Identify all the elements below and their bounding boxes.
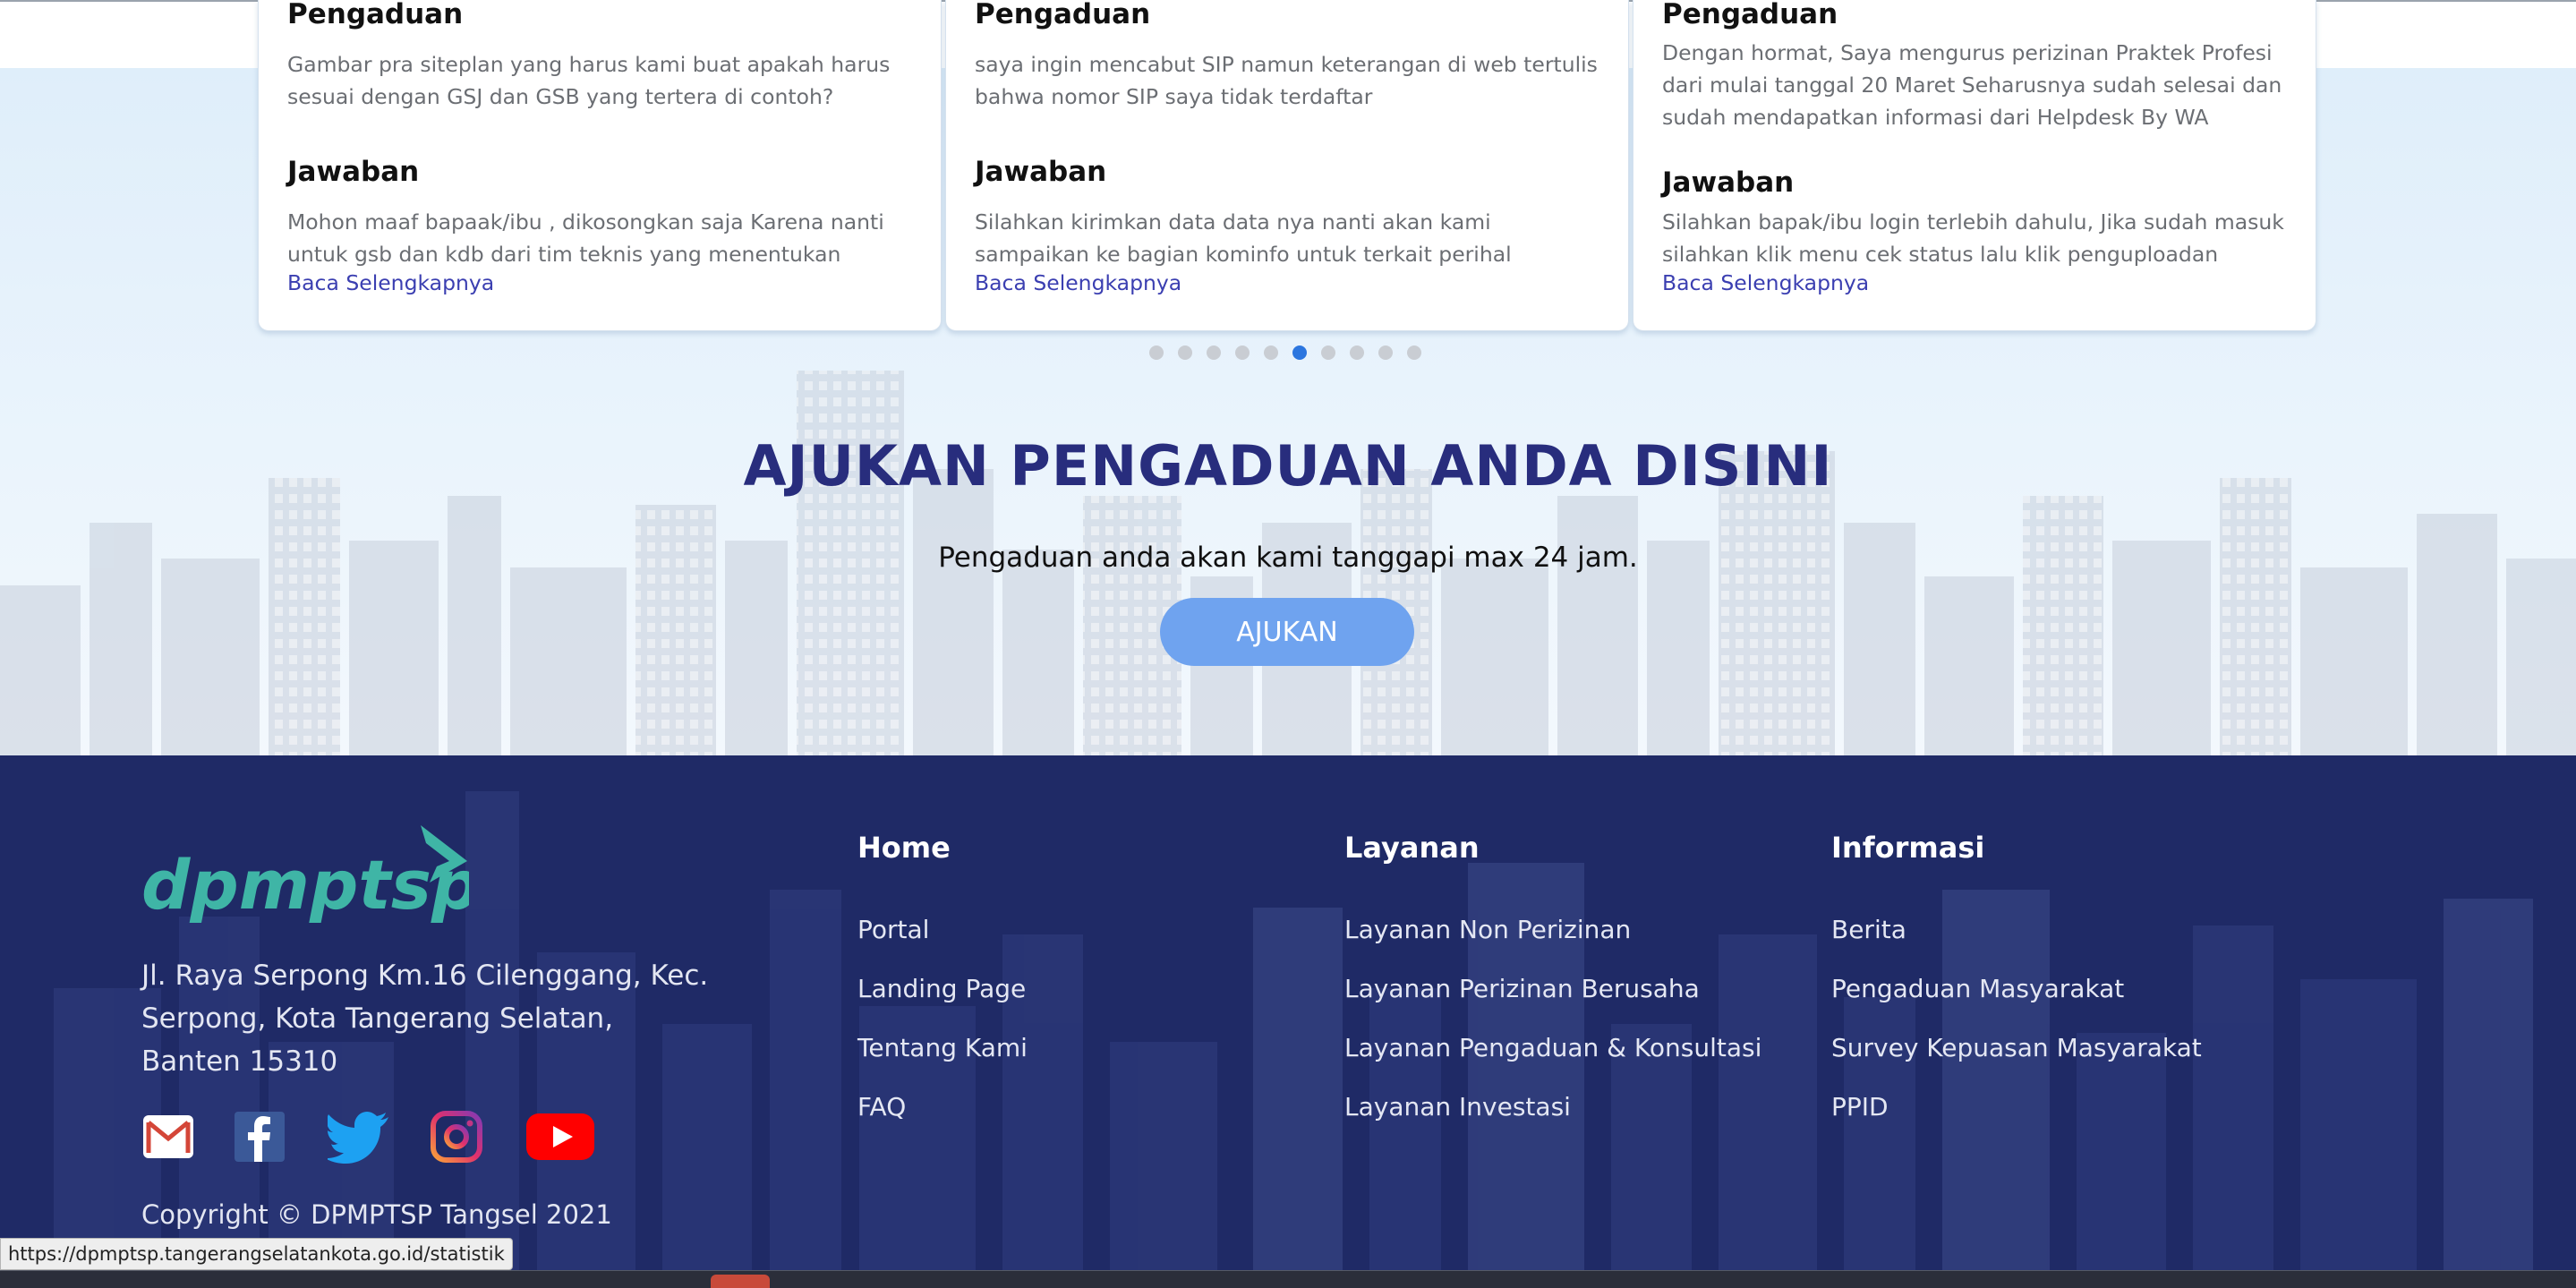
carousel-dot[interactable] (1350, 345, 1364, 360)
footer-column-informasi: Informasi Berita Pengaduan Masyarakat Su… (1831, 831, 2202, 1122)
cta-subtitle: Pengaduan anda akan kami tanggapi max 24… (938, 542, 1638, 574)
answer-heading: Jawaban (287, 156, 420, 188)
footer-column-layanan: Layanan Layanan Non Perizinan Layanan Pe… (1344, 831, 1761, 1122)
footer-column-home: Home Portal Landing Page Tentang Kami FA… (857, 831, 1028, 1122)
carousel-pagination (1149, 345, 1436, 362)
read-more-link[interactable]: Baca Selengkapnya (1662, 270, 1869, 295)
footer-link-pengaduan-konsultasi[interactable]: Layanan Pengaduan & Konsultasi (1344, 1033, 1761, 1062)
copyright-text: Copyright © DPMPTSP Tangsel 2021 (141, 1199, 612, 1230)
submit-complaint-button[interactable]: AJUKAN (1160, 598, 1414, 666)
youtube-icon[interactable] (525, 1110, 596, 1164)
site-footer: dpmptsp Jl. Raya Serpong Km.16 Cilenggan… (0, 755, 2576, 1287)
footer-link-non-perizinan[interactable]: Layanan Non Perizinan (1344, 915, 1631, 944)
facebook-icon[interactable] (233, 1110, 286, 1164)
cta-title: AJUKAN PENGADUAN ANDA DISINI (743, 433, 1833, 499)
gmail-icon[interactable] (141, 1110, 195, 1164)
question-text: Gambar pra siteplan yang harus kami buat… (287, 52, 891, 109)
twitter-icon[interactable] (328, 1110, 390, 1164)
question-heading: Pengaduan (1662, 0, 1838, 30)
footer-link-ppid[interactable]: PPID (1831, 1092, 1889, 1122)
footer-column-heading: Home (857, 831, 951, 865)
footer-link-investasi[interactable]: Layanan Investasi (1344, 1092, 1571, 1122)
answer-text: Mohon maaf bapaak/ibu , dikosongkan saja… (287, 209, 884, 267)
footer-link-faq[interactable]: FAQ (857, 1092, 906, 1122)
footer-column-heading: Informasi (1831, 831, 1985, 865)
footer-link-pengaduan-masyarakat[interactable]: Pengaduan Masyarakat (1831, 974, 2124, 1003)
footer-column-heading: Layanan (1344, 831, 1480, 865)
faq-card: Pengaduan Gambar pra siteplan yang harus… (258, 0, 942, 331)
carousel-dot[interactable] (1321, 345, 1335, 360)
answer-text: Silahkan bapak/ibu login terlebih dahulu… (1662, 209, 2284, 267)
question-heading: Pengaduan (975, 0, 1151, 30)
carousel-dot[interactable] (1149, 345, 1164, 360)
footer-link-berita[interactable]: Berita (1831, 915, 1906, 944)
carousel-dot[interactable] (1235, 345, 1250, 360)
carousel-dot[interactable] (1407, 345, 1421, 360)
answer-text: Silahkan kirimkan data data nya nanti ak… (975, 209, 1512, 267)
footer-link-landing-page[interactable]: Landing Page (857, 974, 1026, 1003)
carousel-dot[interactable] (1178, 345, 1192, 360)
link-status-bar: https://dpmptsp.tangerangselatankota.go.… (0, 1238, 513, 1270)
answer-heading: Jawaban (975, 156, 1107, 188)
question-text: Dengan hormat, Saya mengurus perizinan P… (1662, 40, 2282, 130)
dpmptsp-logo[interactable]: dpmptsp (141, 823, 480, 931)
footer-link-survey-kepuasan[interactable]: Survey Kepuasan Masyarakat (1831, 1033, 2202, 1062)
carousel-dot[interactable] (1292, 345, 1307, 360)
question-text: saya ingin mencabut SIP namun keterangan… (975, 52, 1598, 109)
carousel-dot[interactable] (1378, 345, 1393, 360)
footer-link-tentang-kami[interactable]: Tentang Kami (857, 1033, 1028, 1062)
office-address: Jl. Raya Serpong Km.16 Cilenggang, Kec. … (141, 960, 709, 1078)
faq-card: Pengaduan Dengan hormat, Saya mengurus p… (1633, 0, 2316, 331)
footer-link-perizinan-berusaha[interactable]: Layanan Perizinan Berusaha (1344, 974, 1700, 1003)
footer-link-portal[interactable]: Portal (857, 915, 929, 944)
carousel-dot[interactable] (1207, 345, 1221, 360)
taskbar-item[interactable] (711, 1275, 770, 1288)
question-heading: Pengaduan (287, 0, 464, 30)
carousel-dot[interactable] (1264, 345, 1278, 360)
read-more-link[interactable]: Baca Selengkapnya (975, 270, 1181, 295)
instagram-icon[interactable] (430, 1110, 483, 1164)
taskbar-strip (0, 1270, 2576, 1288)
answer-heading: Jawaban (1662, 166, 1795, 199)
faq-card: Pengaduan saya ingin mencabut SIP namun … (945, 0, 1629, 331)
read-more-link[interactable]: Baca Selengkapnya (287, 270, 494, 295)
logo-text: dpmptsp (141, 845, 469, 925)
